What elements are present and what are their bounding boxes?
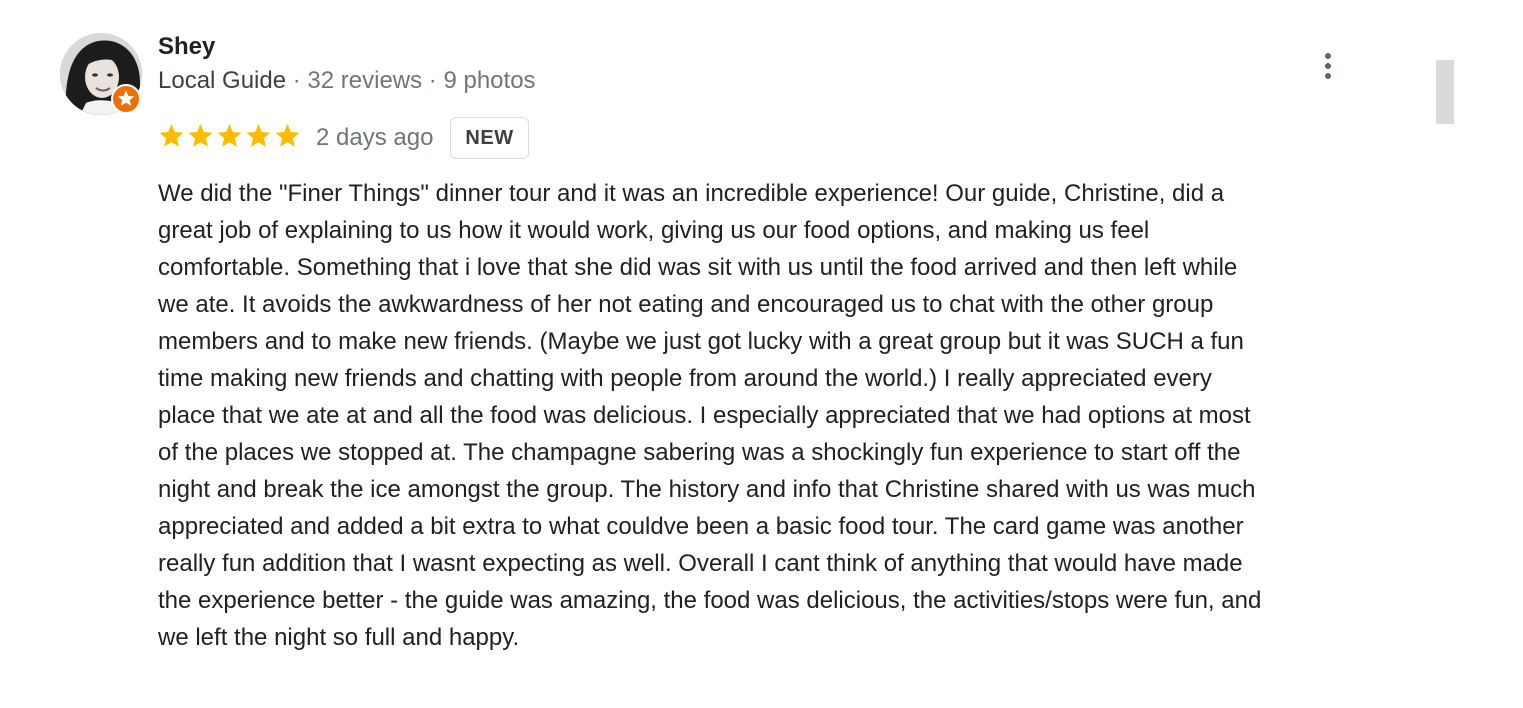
review-text-line: comfortable. Something that i love that … [158, 254, 1238, 281]
star-icon [187, 122, 214, 154]
review-text-line: the experience better - the guide was am… [158, 587, 1262, 614]
review-text: We did the "Finer Things" dinner tour an… [158, 175, 1408, 656]
more-vert-icon [1325, 53, 1331, 79]
star-icon [158, 122, 185, 154]
review-text-line: night and break the ice amongst the grou… [158, 476, 1256, 503]
author-header: Shey Local Guide · 32 reviews · 9 photos [158, 30, 536, 98]
new-badge: NEW [450, 117, 529, 159]
review-text-line: We did the "Finer Things" dinner tour an… [158, 180, 1225, 207]
rating-row: 2 days ago NEW [158, 117, 529, 159]
review-text-line: we ate. It avoids the awkwardness of her… [158, 291, 1214, 318]
meta-separator: · [422, 67, 444, 94]
review-card: Shey Local Guide · 32 reviews · 9 photos… [0, 0, 1523, 708]
author-meta[interactable]: Local Guide · 32 reviews · 9 photos [158, 64, 536, 98]
review-text-line: we left the night so full and happy. [158, 624, 520, 651]
avatar[interactable] [60, 33, 142, 115]
local-guide-label: Local Guide [158, 67, 287, 94]
star-rating [158, 122, 301, 154]
photo-count: 9 photos [443, 67, 536, 94]
review-text-line: great job of explaining to us how it wou… [158, 217, 1150, 244]
review-count: 32 reviews [307, 67, 423, 94]
review-text-line: place that we ate at and all the food wa… [158, 402, 1251, 429]
review-text-line: of the places we stopped at. The champag… [158, 439, 1241, 466]
star-icon [274, 122, 301, 154]
scrollbar-thumb[interactable] [1436, 60, 1454, 124]
review-text-line: members and to make new friends. (Maybe … [158, 328, 1244, 355]
review-date: 2 days ago [316, 124, 434, 151]
star-icon [216, 122, 243, 154]
meta-separator: · [286, 67, 308, 94]
author-name[interactable]: Shey [158, 30, 536, 64]
star-icon [245, 122, 272, 154]
review-text-line: appreciated and added a bit extra to wha… [158, 513, 1244, 540]
local-guide-star-icon [111, 84, 141, 114]
review-text-line: time making new friends and chatting wit… [158, 365, 1212, 392]
review-text-line: really fun addition that I wasnt expecti… [158, 550, 1243, 577]
more-options-button[interactable] [1310, 46, 1346, 86]
